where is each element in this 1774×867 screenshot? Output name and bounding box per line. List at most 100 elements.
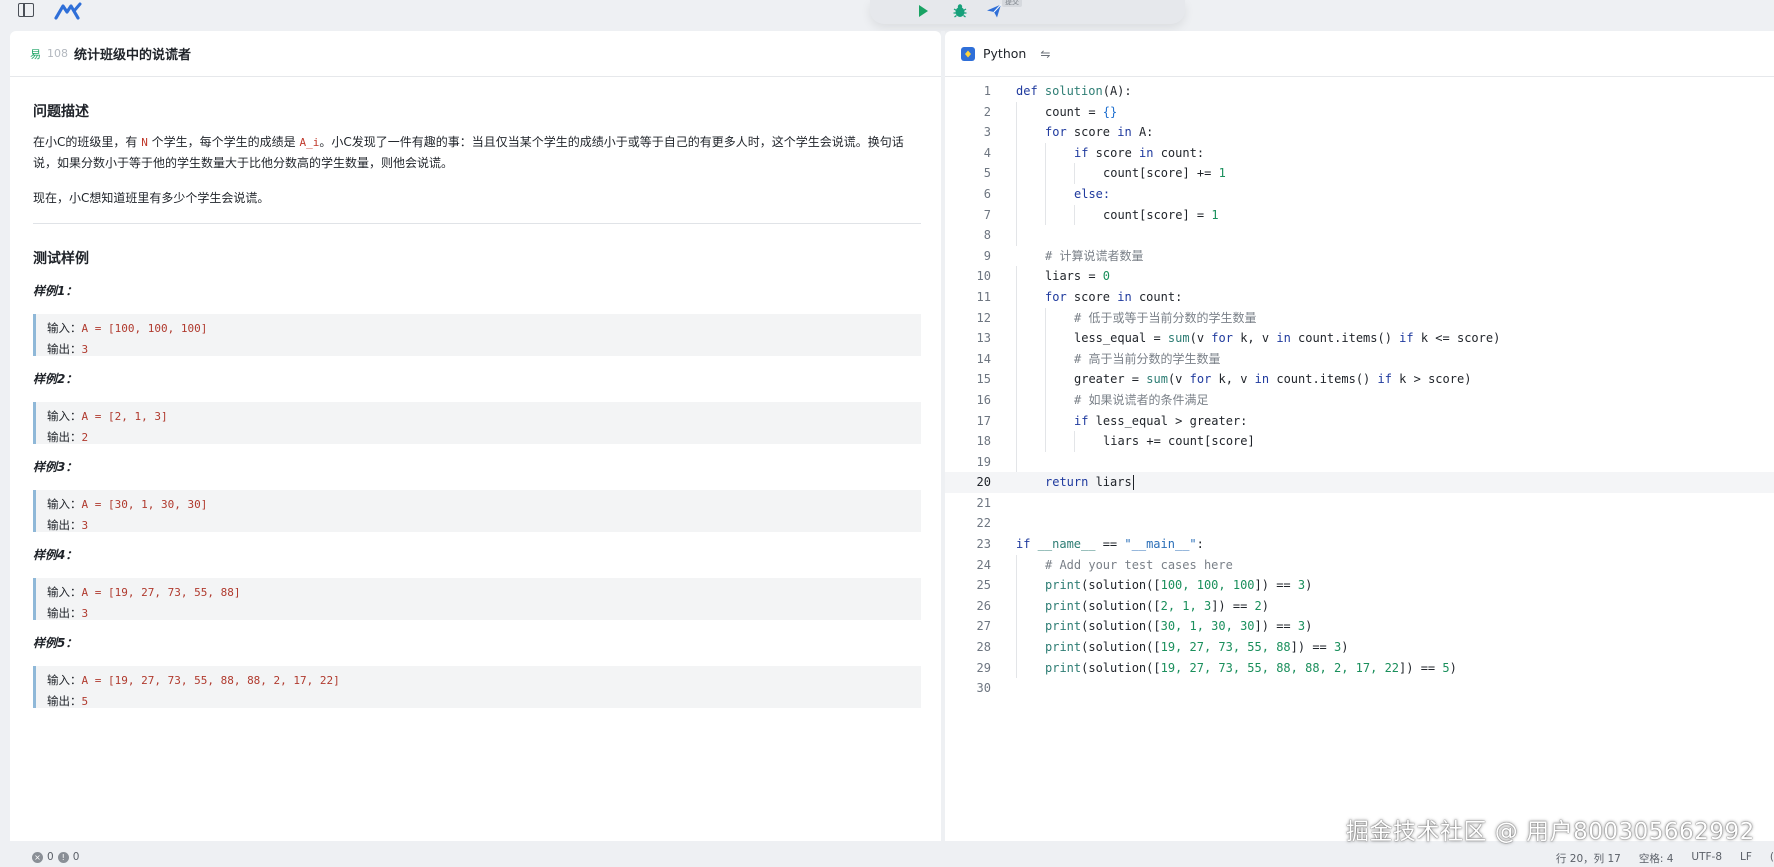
code-line-29[interactable]: 29 print(solution([19, 27, 73, 55, 88, 88… xyxy=(945,658,1774,679)
swap-language-icon[interactable]: ⇋ xyxy=(1040,47,1050,61)
code-line-19[interactable]: 19 xyxy=(945,452,1774,473)
code-line-10[interactable]: 10 liars = 0 xyxy=(945,266,1774,287)
example-output: 3 xyxy=(81,607,89,620)
indent-setting[interactable]: 空格: 4 xyxy=(1639,851,1674,866)
code-line-25[interactable]: 25 print(solution([100, 100, 100]) == 3) xyxy=(945,575,1774,596)
example-input: A = [19, 27, 73, 55, 88] xyxy=(81,586,241,599)
line-number: 6 xyxy=(983,186,991,201)
line-number: 13 xyxy=(976,331,991,346)
output-label: 输出： xyxy=(47,606,82,620)
code-line-14[interactable]: 14 # 高于当前分数的学生数量 xyxy=(945,349,1774,370)
example-input: A = [100, 100, 100] xyxy=(81,322,208,335)
marscode-logo-icon[interactable] xyxy=(54,2,82,20)
status-right: 行 20，列 17 空格: 4 UTF-8 LF ( xyxy=(1556,851,1774,866)
line-number: 4 xyxy=(983,145,991,160)
problem-id: 108 xyxy=(47,47,68,60)
line-number: 2 xyxy=(983,104,991,119)
code-line-3[interactable]: 3 for score in A: xyxy=(945,122,1774,143)
example-output: 3 xyxy=(81,519,89,532)
line-number: 18 xyxy=(976,434,991,449)
code-line-21[interactable]: 21 xyxy=(945,493,1774,514)
input-label: 输入： xyxy=(47,409,82,423)
problem-panel: 易 108 统计班级中的说谎者 问题描述 在小C的班级里，有 N 个学生，每个学… xyxy=(10,31,941,841)
divider xyxy=(33,223,921,224)
language-mode[interactable]: ( xyxy=(1770,851,1774,866)
code-line-22[interactable]: 22 xyxy=(945,513,1774,534)
code-line-28[interactable]: 28 print(solution([19, 27, 73, 55, 88]) =… xyxy=(945,637,1774,658)
code-line-27[interactable]: 27 print(solution([30, 1, 30, 30]) == 3) xyxy=(945,616,1774,637)
code-line-2[interactable]: 2 count = {} xyxy=(945,102,1774,123)
code-line-18[interactable]: 18 liars += count[score] xyxy=(945,431,1774,452)
code-line-7[interactable]: 7 count[score] = 1 xyxy=(945,205,1774,226)
line-number: 22 xyxy=(976,516,991,531)
example-output: 3 xyxy=(81,343,89,356)
code-line-12[interactable]: 12 # 低于或等于当前分数的学生数量 xyxy=(945,308,1774,329)
line-number: 24 xyxy=(976,557,991,572)
code-line-16[interactable]: 16 # 如果说谎者的条件满足 xyxy=(945,390,1774,411)
problems-indicator[interactable]: × 0 ! 0 xyxy=(32,851,79,863)
code-line-20-active[interactable]: 20 return liars xyxy=(945,472,1774,493)
output-label: 输出： xyxy=(47,430,82,444)
code-line-9[interactable]: 9 # 计算说谎者数量 xyxy=(945,246,1774,267)
top-bar: 提交 xyxy=(0,0,1774,28)
line-number: 5 xyxy=(983,166,991,181)
output-label: 输出： xyxy=(47,342,82,356)
example-title: 样例2： xyxy=(33,372,78,386)
code-line-30[interactable]: 30 xyxy=(945,678,1774,699)
submit-badge: 提交 xyxy=(1002,0,1022,7)
line-number: 27 xyxy=(976,619,991,634)
output-label: 输出： xyxy=(47,518,82,532)
example-title: 样例4： xyxy=(33,548,78,562)
example-box: 输入：A = [100, 100, 100] 输出：3 xyxy=(33,314,921,356)
debug-bug-icon[interactable] xyxy=(952,3,968,19)
code-line-11[interactable]: 11 for score in count: xyxy=(945,287,1774,308)
line-number: 19 xyxy=(976,454,991,469)
submit-send-icon[interactable] xyxy=(986,3,1002,19)
code-line-8[interactable]: 8 xyxy=(945,225,1774,246)
sidebar-toggle-icon[interactable] xyxy=(18,3,34,17)
code-line-1[interactable]: 1 def solution(A): xyxy=(945,81,1774,102)
example-input: A = [19, 27, 73, 55, 88, 88, 2, 17, 22] xyxy=(81,674,340,687)
var-a-i: A_i xyxy=(299,136,320,149)
code-line-5[interactable]: 5 count[score] += 1 xyxy=(945,163,1774,184)
code-line-26[interactable]: 26 print(solution([2, 1, 3]) == 2) xyxy=(945,596,1774,617)
input-label: 输入： xyxy=(47,321,82,335)
cursor-position[interactable]: 行 20，列 17 xyxy=(1556,851,1621,866)
line-number: 7 xyxy=(983,207,991,222)
example-output: 5 xyxy=(81,695,89,708)
code-line-24[interactable]: 24 # Add your test cases here xyxy=(945,555,1774,576)
line-number: 29 xyxy=(976,660,991,675)
warning-count: 0 xyxy=(72,851,80,863)
code-line-13[interactable]: 13 less_equal = sum(v for k, v in count.i… xyxy=(945,328,1774,349)
line-number: 14 xyxy=(976,351,991,366)
warning-icon: ! xyxy=(57,851,69,863)
example-box: 输入：A = [2, 1, 3] 输出：2 xyxy=(33,402,921,444)
example-input: A = [30, 1, 30, 30] xyxy=(81,498,208,511)
example-list: 样例1： 输入：A = [100, 100, 100] 输出：3 样例2： 输入… xyxy=(33,282,921,708)
example-output: 2 xyxy=(81,431,89,444)
problem-title: 统计班级中的说谎者 xyxy=(74,48,192,63)
run-icon[interactable] xyxy=(915,3,931,19)
input-label: 输入： xyxy=(47,497,82,511)
encoding[interactable]: UTF-8 xyxy=(1691,851,1722,866)
line-number: 21 xyxy=(976,495,991,510)
code-line-17[interactable]: 17 if less_equal > greater: xyxy=(945,411,1774,432)
example-box: 输入：A = [19, 27, 73, 55, 88] 输出：3 xyxy=(33,578,921,620)
watermark: 掘金技术社区 @ 用户800305662992 xyxy=(1346,819,1755,845)
line-number: 8 xyxy=(983,228,991,243)
example-title: 样例3： xyxy=(33,460,78,474)
code-editor[interactable]: 1 def solution(A): 2 count = {} 3 for score… xyxy=(945,81,1774,699)
code-line-4[interactable]: 4 if score in count: xyxy=(945,143,1774,164)
error-icon: × xyxy=(32,851,43,863)
line-number: 16 xyxy=(976,392,991,407)
code-line-6[interactable]: 6 else: xyxy=(945,184,1774,205)
line-number: 26 xyxy=(976,598,991,613)
language-selector[interactable]: Python xyxy=(983,46,1026,61)
code-line-15[interactable]: 15 greater = sum(v for k, v in count.item… xyxy=(945,369,1774,390)
line-ending[interactable]: LF xyxy=(1740,851,1752,866)
code-line-23[interactable]: 23 if __name__ == "__main__": xyxy=(945,534,1774,555)
status-bar: × 0 ! 0 行 20，列 17 空格: 4 UTF-8 LF ( xyxy=(0,847,1774,867)
difficulty-badge: 易 xyxy=(30,47,41,61)
python-icon xyxy=(961,46,975,61)
editor-header: Python ⇋ xyxy=(945,31,1774,77)
